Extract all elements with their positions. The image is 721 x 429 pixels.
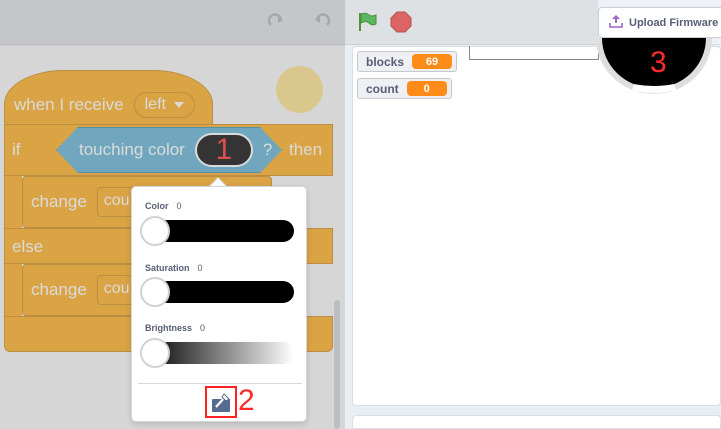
when-i-receive-block[interactable]: when I receive left xyxy=(4,70,213,126)
stage-box-outline xyxy=(469,46,599,60)
brightness-slider-label: Brightness 0 xyxy=(145,323,206,333)
message-dropdown-value: left xyxy=(144,96,166,113)
chevron-down-icon xyxy=(173,96,184,114)
if-else-arm-top xyxy=(4,176,22,230)
undo-icon[interactable] xyxy=(308,9,334,35)
green-flag-icon[interactable] xyxy=(354,9,380,35)
redo-icon[interactable] xyxy=(264,9,290,35)
else-label: else xyxy=(12,237,44,256)
stop-icon[interactable] xyxy=(388,9,414,35)
color-slider[interactable] xyxy=(140,216,294,246)
change-label-1: change xyxy=(31,192,87,211)
variable-monitor-blocks[interactable]: blocks 69 xyxy=(357,51,458,72)
if-else-arm-bottom xyxy=(4,264,22,316)
then-label: then xyxy=(289,140,323,159)
monitor-name: blocks xyxy=(366,54,405,69)
upload-firmware-label: Upload Firmware xyxy=(629,16,719,29)
change-label-2: change xyxy=(31,280,87,299)
touching-color-block[interactable]: touching color 1 ? xyxy=(56,127,282,173)
brightness-slider[interactable] xyxy=(140,338,294,368)
if-label: if xyxy=(12,140,21,159)
touching-color-label: touching color xyxy=(79,140,185,159)
message-dropdown[interactable]: left xyxy=(133,92,195,118)
question-mark: ? xyxy=(262,140,273,159)
annotation-1: 1 xyxy=(215,133,233,166)
saturation-slider-handle[interactable] xyxy=(140,277,170,307)
color-swatch[interactable]: 1 xyxy=(195,133,253,167)
decorative-circle xyxy=(276,66,323,113)
color-slider-label: Color 0 xyxy=(145,201,182,211)
eyedropper-icon xyxy=(212,393,230,412)
eyedropper-button[interactable] xyxy=(205,386,237,418)
color-picker-popup: Color 0 Saturation 0 Brightness 0 xyxy=(131,186,307,422)
sprite-pane-edge xyxy=(352,415,721,429)
color-slider-handle[interactable] xyxy=(140,216,170,246)
saturation-slider-label: Saturation 0 xyxy=(145,263,203,273)
picker-divider xyxy=(138,383,302,384)
annotation-2: 2 xyxy=(238,384,255,417)
upload-icon xyxy=(609,14,623,31)
hat-label: when I receive xyxy=(14,95,124,114)
variable-monitor-count[interactable]: count 0 xyxy=(357,78,452,99)
saturation-slider[interactable] xyxy=(140,277,294,307)
monitor-value: 69 xyxy=(412,54,453,69)
brightness-slider-handle[interactable] xyxy=(140,338,170,368)
annotation-3: 3 xyxy=(650,46,667,79)
monitor-value: 0 xyxy=(406,81,447,96)
code-scrollbar[interactable] xyxy=(334,300,340,429)
monitor-name: count xyxy=(366,81,399,96)
